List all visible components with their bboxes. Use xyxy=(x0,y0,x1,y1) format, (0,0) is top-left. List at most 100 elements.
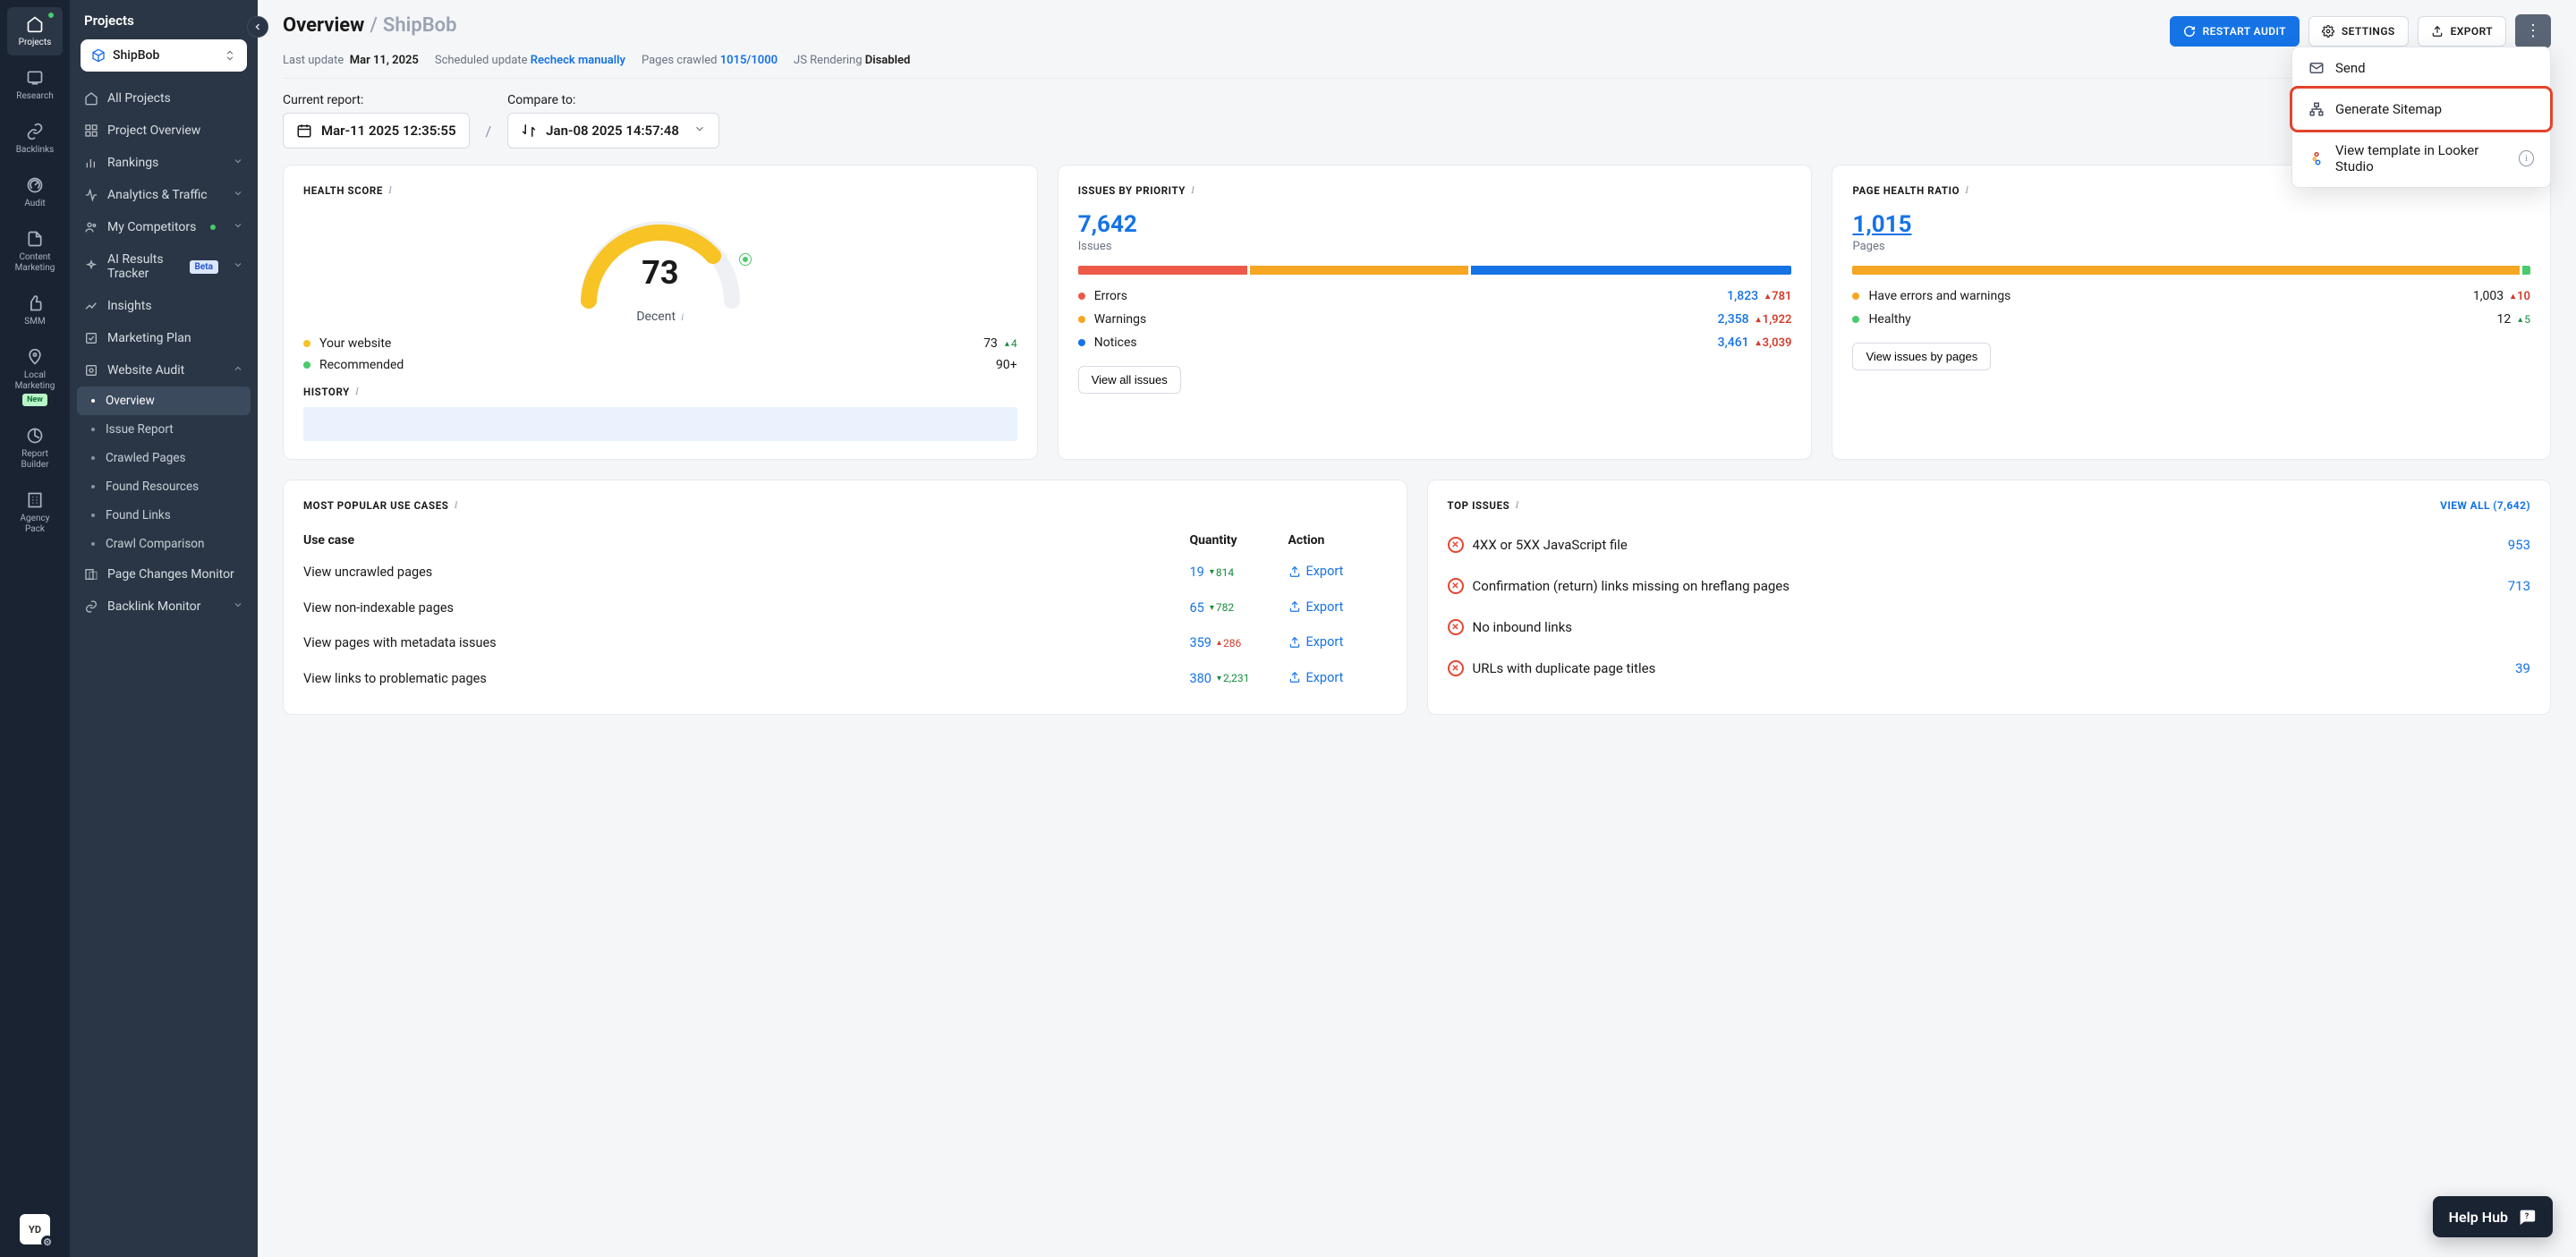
nav-analytics[interactable]: Analytics & Traffic xyxy=(70,179,258,211)
export-link[interactable]: Export xyxy=(1288,564,1344,579)
nav-competitors[interactable]: My Competitors xyxy=(70,211,258,243)
audit-icon xyxy=(84,363,98,378)
topissue-link[interactable]: 4XX or 5XX JavaScript file xyxy=(1473,537,1628,553)
chat-icon: ? xyxy=(2517,1207,2537,1227)
usecase-link[interactable]: View uncrawled pages xyxy=(303,565,1190,580)
ratio-row-errors: Have errors and warnings 1,00310 xyxy=(1852,289,2530,303)
chevron-down-icon xyxy=(233,220,243,234)
info-icon[interactable]: i xyxy=(454,498,458,512)
crumb-project[interactable]: ShipBob xyxy=(383,14,457,37)
col-action: Action xyxy=(1288,533,1387,548)
view-issues-by-pages-button[interactable]: View issues by pages xyxy=(1852,343,1991,370)
chevron-down-icon xyxy=(233,156,243,170)
grid-icon xyxy=(84,123,98,138)
rail-smm[interactable]: SMM xyxy=(7,286,63,335)
research-icon xyxy=(25,68,45,88)
topissues-title: TOP ISSUES xyxy=(1448,499,1510,512)
info-icon[interactable]: i xyxy=(1515,498,1519,512)
nav-project-overview[interactable]: Project Overview xyxy=(70,115,258,147)
info-icon[interactable]: i xyxy=(1191,183,1195,197)
nav-all-projects[interactable]: All Projects xyxy=(70,82,258,115)
dots-vertical-icon: ⋮ xyxy=(2525,23,2541,39)
sidebar: Projects ShipBob All Projects Project Ov… xyxy=(70,0,258,1257)
usecase-row: View links to problematic pages 3802,231… xyxy=(303,661,1387,697)
current-report-picker[interactable]: Mar-11 2025 12:35:55 xyxy=(283,113,470,149)
view-all-issues-button[interactable]: View all issues xyxy=(1078,366,1181,394)
info-icon[interactable]: i xyxy=(1965,183,1969,197)
topissue-row: ✕No inbound links xyxy=(1448,607,2531,648)
issues-card: ISSUES BY PRIORITY i 7,642 Issues Errors… xyxy=(1058,165,1813,460)
recheck-link[interactable]: Recheck manually xyxy=(531,54,625,67)
nav-sub-links[interactable]: Found Links xyxy=(70,501,258,530)
rail-backlinks[interactable]: Backlinks xyxy=(7,115,63,163)
meta-row: Last update Mar 11, 2025 Scheduled updat… xyxy=(283,54,2551,79)
history-chart[interactable] xyxy=(303,407,1017,441)
topissue-link[interactable]: Confirmation (return) links missing on h… xyxy=(1473,578,1790,594)
last-update-value: Mar 11, 2025 xyxy=(350,54,419,67)
restart-audit-button[interactable]: RESTART AUDIT xyxy=(2170,16,2300,47)
nav-sub-crawled[interactable]: Crawled Pages xyxy=(70,444,258,472)
nav-sub-issue-report[interactable]: Issue Report xyxy=(70,415,258,444)
nav-marketing-plan[interactable]: Marketing Plan xyxy=(70,322,258,354)
project-selector[interactable]: ShipBob xyxy=(81,39,247,72)
nav-website-audit[interactable]: Website Audit xyxy=(70,354,258,386)
usecase-link[interactable]: View links to problematic pages xyxy=(303,671,1190,686)
dot-icon xyxy=(1078,339,1085,346)
gauge-score: 73 xyxy=(571,254,750,292)
usecase-row: View non-indexable pages 65782 Export xyxy=(303,590,1387,626)
upload-icon xyxy=(1288,671,1301,684)
ratio-total[interactable]: 1,015 xyxy=(1852,211,2530,238)
nav-backlink-monitor[interactable]: Backlink Monitor xyxy=(70,590,258,623)
settings-button[interactable]: SETTINGS xyxy=(2308,16,2409,47)
view-all-link[interactable]: VIEW ALL (7,642) xyxy=(2440,499,2530,512)
info-icon[interactable]: i xyxy=(355,385,360,398)
chevron-up-icon xyxy=(233,363,243,378)
pages-crawled-link[interactable]: 1015/1000 xyxy=(720,54,778,67)
chevron-down-icon xyxy=(233,259,243,274)
topissue-link[interactable]: URLs with duplicate page titles xyxy=(1473,660,1656,676)
nav-sub-overview[interactable]: Overview xyxy=(77,386,251,415)
home-icon xyxy=(25,14,45,34)
info-icon[interactable]: i xyxy=(2519,150,2534,166)
menu-send[interactable]: Send xyxy=(2292,47,2550,89)
topissue-link[interactable]: No inbound links xyxy=(1473,619,1573,635)
usecase-link[interactable]: View pages with metadata issues xyxy=(303,635,1190,650)
export-link[interactable]: Export xyxy=(1288,634,1344,650)
dot-icon xyxy=(1852,316,1859,323)
info-icon[interactable]: i xyxy=(681,310,684,324)
ratio-card: PAGE HEALTH RATIO i 1,015 Pages Have err… xyxy=(1832,165,2551,460)
nav-sub-comparison[interactable]: Crawl Comparison xyxy=(70,530,258,558)
rail-local[interactable]: Local Marketing New xyxy=(7,340,63,413)
monitor-icon xyxy=(84,567,98,582)
rail-content[interactable]: Content Marketing xyxy=(7,222,63,281)
rail-projects[interactable]: Projects xyxy=(7,7,63,55)
nav-ai-results[interactable]: AI Results Tracker Beta xyxy=(70,243,258,290)
issues-total[interactable]: 7,642 xyxy=(1078,211,1792,238)
rail-research[interactable]: Research xyxy=(7,61,63,109)
main-content: Overview / ShipBob RESTART AUDIT SETTING… xyxy=(258,0,2576,1257)
issues-title: ISSUES BY PRIORITY xyxy=(1078,184,1186,197)
rail-agency[interactable]: Agency Pack xyxy=(7,483,63,542)
nav-page-changes[interactable]: Page Changes Monitor xyxy=(70,558,258,590)
error-icon: ✕ xyxy=(1448,578,1464,594)
trend-icon xyxy=(84,299,98,313)
menu-generate-sitemap[interactable]: Generate Sitemap xyxy=(2292,89,2550,130)
help-hub-button[interactable]: Help Hub ? xyxy=(2433,1196,2553,1237)
usecase-link[interactable]: View non-indexable pages xyxy=(303,600,1190,616)
menu-looker-studio[interactable]: View template in Looker Studio i xyxy=(2292,130,2550,187)
thumb-icon xyxy=(25,293,45,313)
rail-audit[interactable]: Audit xyxy=(7,168,63,217)
nav-rankings[interactable]: Rankings xyxy=(70,147,258,179)
nav-audit-sub: Overview Issue Report Crawled Pages Foun… xyxy=(70,386,258,558)
nav-insights[interactable]: Insights xyxy=(70,290,258,322)
export-link[interactable]: Export xyxy=(1288,670,1344,685)
compare-report-picker[interactable]: Jan-08 2025 14:57:48 xyxy=(507,113,719,149)
sidebar-collapse-button[interactable] xyxy=(247,16,268,38)
export-link[interactable]: Export xyxy=(1288,599,1344,615)
info-icon[interactable]: i xyxy=(388,183,393,197)
more-menu-button[interactable]: ⋮ xyxy=(2515,14,2551,48)
rail-report-builder[interactable]: Report Builder xyxy=(7,419,63,478)
user-avatar[interactable]: YD xyxy=(20,1214,50,1244)
nav-sub-resources[interactable]: Found Resources xyxy=(70,472,258,501)
export-button[interactable]: EXPORT xyxy=(2418,16,2506,47)
